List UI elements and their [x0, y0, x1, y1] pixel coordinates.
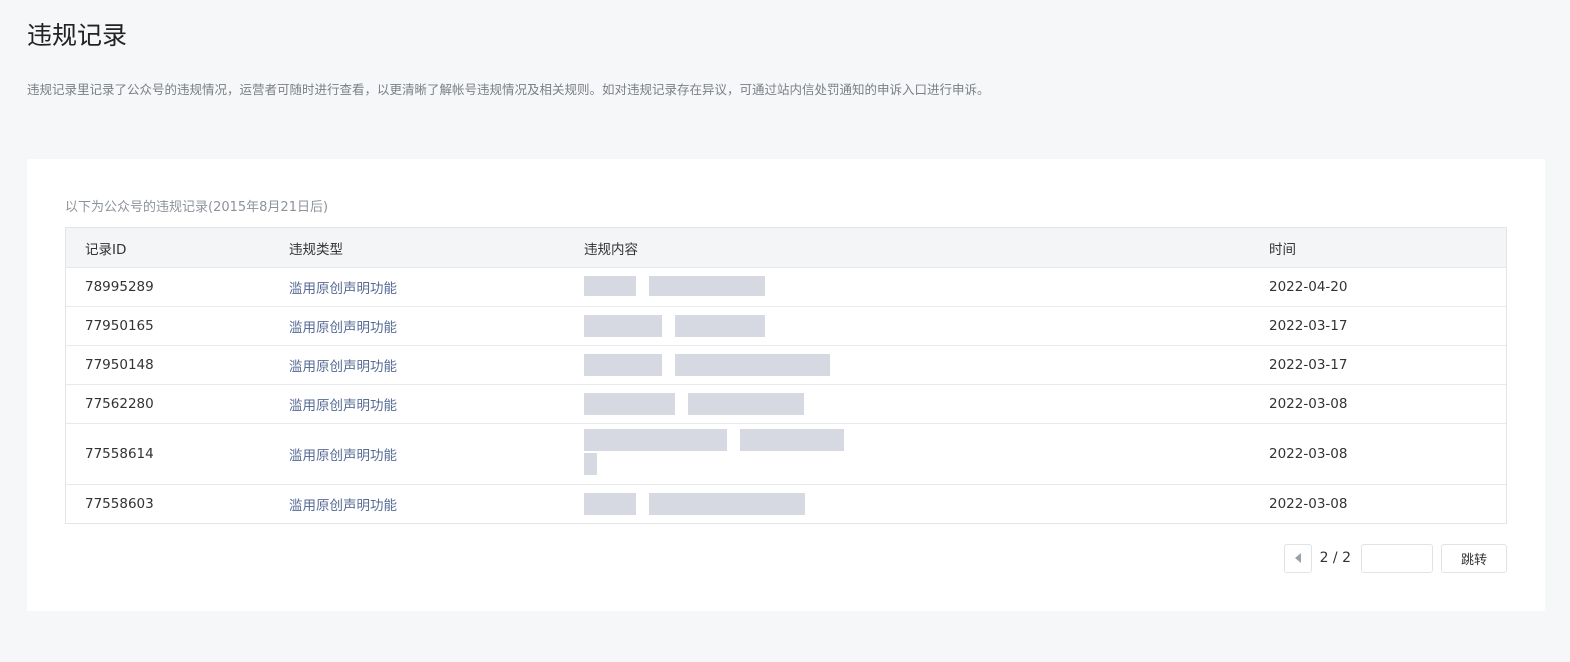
violation-type-link[interactable]: 滥用原创声明功能: [289, 277, 397, 297]
page-title: 违规记录: [27, 21, 128, 50]
record-time: 2022-03-08: [1269, 446, 1348, 462]
record-time: 2022-03-17: [1269, 318, 1348, 334]
records-card: 以下为公众号的违规记录(2015年8月21日后) 记录ID 违规类型 违规内容 …: [27, 159, 1545, 611]
triangle-left-icon: [1294, 553, 1301, 563]
table-row: 77562280 滥用原创声明功能 2022-03-08: [66, 384, 1506, 423]
record-id: 77562280: [85, 396, 154, 412]
record-time: 2022-03-08: [1269, 396, 1348, 412]
records-caption: 以下为公众号的违规记录(2015年8月21日后): [65, 200, 329, 215]
violation-records-page: 违规记录 违规记录里记录了公众号的违规情况，运营者可随时进行查看，以更清晰了解帐…: [0, 0, 1570, 662]
record-id: 78995289: [85, 279, 154, 295]
column-header-type: 违规类型: [289, 241, 343, 258]
table-row: 77558603 滥用原创声明功能 2022-03-08: [66, 484, 1506, 523]
column-header-content: 违规内容: [584, 241, 638, 258]
record-id: 77950165: [85, 318, 154, 334]
table-row: 77558614 滥用原创声明功能 2022-03-08: [66, 423, 1506, 484]
record-id: 77558614: [85, 446, 154, 462]
table-row: 77950165 滥用原创声明功能 2022-03-17: [66, 306, 1506, 345]
page-jump-input[interactable]: [1361, 543, 1433, 573]
violation-type-link[interactable]: 滥用原创声明功能: [289, 355, 397, 375]
pagination: 2 / 2 跳转: [1283, 543, 1507, 573]
violation-type-link[interactable]: 滥用原创声明功能: [289, 444, 397, 464]
record-time: 2022-04-20: [1269, 279, 1348, 295]
jump-button[interactable]: 跳转: [1441, 543, 1507, 573]
record-id: 77558603: [85, 496, 154, 512]
record-time: 2022-03-08: [1269, 496, 1348, 512]
record-id: 77950148: [85, 357, 154, 373]
table-row: 77950148 滥用原创声明功能 2022-03-17: [66, 345, 1506, 384]
page-indicator: 2 / 2: [1319, 550, 1351, 566]
records-table: 记录ID 违规类型 违规内容 时间 78995289 滥用原创声明功能 2022…: [65, 227, 1507, 524]
table-row: 78995289 滥用原创声明功能 2022-04-20: [66, 267, 1506, 306]
column-header-id: 记录ID: [85, 241, 127, 258]
violation-type-link[interactable]: 滥用原创声明功能: [289, 494, 397, 514]
violation-type-link[interactable]: 滥用原创声明功能: [289, 316, 397, 336]
table-header: 记录ID 违规类型 违规内容 时间: [66, 228, 1506, 267]
prev-page-button[interactable]: [1283, 543, 1312, 573]
column-header-time: 时间: [1269, 241, 1296, 258]
violation-type-link[interactable]: 滥用原创声明功能: [289, 394, 397, 414]
page-description: 违规记录里记录了公众号的违规情况，运营者可随时进行查看，以更清晰了解帐号违规情况…: [27, 82, 990, 97]
record-time: 2022-03-17: [1269, 357, 1348, 373]
